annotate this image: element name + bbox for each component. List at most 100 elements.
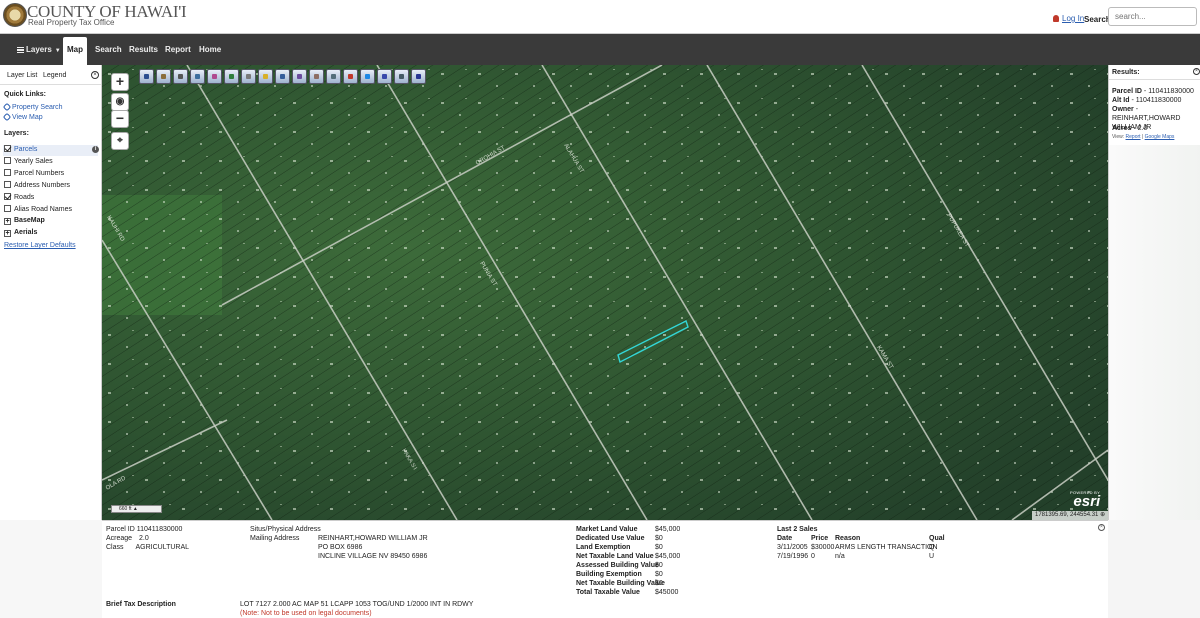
nav-home[interactable]: Home — [199, 34, 221, 65]
layer-address-numbers[interactable]: Address Numbers — [4, 181, 70, 192]
scale-bar: 660 ft ▲ — [111, 505, 162, 513]
erase-icon[interactable] — [207, 69, 222, 84]
close-icon[interactable]: × — [1193, 68, 1200, 75]
results-empty-area — [1109, 145, 1200, 520]
value-label: Land Exemption — [576, 544, 631, 551]
tool-icon[interactable] — [241, 69, 256, 84]
result-view-links: View: Report | Google Maps — [1112, 134, 1175, 140]
layer-roads[interactable]: Roads — [4, 193, 34, 204]
checkbox[interactable] — [4, 145, 11, 152]
chevron-down-icon: ▼ — [54, 48, 61, 54]
coordinate-readout: 1781395.69, 244554.31 ⊕ — [1032, 511, 1108, 520]
measure-icon[interactable] — [224, 69, 239, 84]
value-label: Assessed Building Value — [576, 562, 659, 569]
sales-col-qual: Qual — [929, 535, 945, 542]
tab-legend[interactable]: Legend — [43, 72, 66, 79]
detail-situs-label: Situs/Physical Address — [250, 526, 321, 533]
share-icon[interactable] — [377, 69, 392, 84]
expand-icon[interactable]: + — [4, 230, 11, 237]
layers-heading: Layers: — [4, 130, 29, 137]
checkbox[interactable] — [4, 193, 11, 200]
brief-tax-label: Brief Tax Description — [106, 601, 176, 608]
buffer-icon[interactable] — [292, 69, 307, 84]
header: COUNTY OF HAWAI'I Real Property Tax Offi… — [0, 0, 1200, 34]
sales-col-date: Date — [777, 535, 793, 542]
details-right-margin — [1108, 520, 1200, 618]
link-icon — [2, 112, 12, 122]
checkbox[interactable] — [4, 205, 11, 212]
checkbox[interactable] — [4, 181, 11, 188]
county-seal-logo[interactable] — [3, 3, 27, 27]
brief-tax-value: LOT 7127 2.000 AC MAP 51 LCAPP 1053 TOG/… — [240, 601, 474, 608]
value-amount: $0 — [655, 571, 663, 578]
layer-alias-road-names[interactable]: Alias Road Names — [4, 205, 72, 216]
search-input[interactable] — [1108, 7, 1197, 26]
zoom-in-button[interactable]: + — [111, 73, 129, 91]
restore-layer-defaults-link[interactable]: Restore Layer Defaults — [4, 242, 76, 249]
sales-cell: ARMS LENGTH TRANSACTION — [835, 544, 938, 551]
globe-icon[interactable]: ◉ — [111, 93, 129, 111]
sales-cell: $30000 — [811, 544, 835, 551]
value-amount: $0 — [655, 535, 663, 542]
quick-links-heading: Quick Links: — [4, 91, 47, 98]
identify-icon[interactable] — [139, 69, 154, 84]
results-title: Results: — [1112, 69, 1140, 76]
map-toolbar — [139, 69, 428, 86]
nav-report[interactable]: Report — [165, 34, 191, 65]
google-maps-link[interactable]: Google Maps — [1145, 134, 1175, 140]
link-view-map[interactable]: View Map — [2, 112, 43, 122]
layers-icon[interactable] — [275, 69, 290, 84]
close-icon[interactable]: × — [91, 71, 99, 79]
detail-parcel-id: Parcel ID 110411830000 — [106, 526, 183, 533]
value-amount: $45000 — [655, 589, 679, 596]
nav-results[interactable]: Results — [129, 34, 158, 65]
layer-group-aerials[interactable]: + Aerials — [4, 228, 37, 239]
esri-logo: esri — [1073, 493, 1101, 510]
find-icon[interactable] — [173, 69, 188, 84]
report-link[interactable]: Report — [1126, 134, 1141, 140]
tab-layer-list[interactable]: Layer List — [7, 72, 37, 79]
detail-mailing-line: REINHART,HOWARD WILLIAM JR — [318, 535, 428, 542]
layer-parcel-numbers[interactable]: Parcel Numbers — [4, 169, 64, 180]
value-label: Net Taxable Building Value — [576, 580, 665, 587]
main-nav: Layers ▼ Map Search Results Report Home — [0, 34, 1200, 65]
app-window: COUNTY OF HAWAI'I Real Property Tax Offi… — [0, 0, 1200, 618]
info-icon[interactable]: i — [92, 146, 99, 153]
pencil-icon[interactable] — [343, 69, 358, 84]
search-label: Search — [1084, 15, 1111, 24]
close-icon[interactable]: × — [1098, 524, 1105, 531]
login-link[interactable]: Log In — [1062, 14, 1084, 23]
map-view[interactable]: OROHIA ST ALAHUA ST PUNIA ST PAKA ST PUP… — [102, 65, 1108, 520]
layer-yearly-sales[interactable]: Yearly Sales — [4, 157, 53, 168]
result-parcel-id[interactable]: Parcel ID - 110411830000 — [1112, 87, 1200, 96]
value-amount: $0 — [655, 580, 663, 587]
extent-icon[interactable] — [360, 69, 375, 84]
detail-class: Class AGRICULTURAL — [106, 544, 190, 551]
sales-col-reason: Reason — [835, 535, 861, 542]
parcel-icon[interactable] — [190, 69, 205, 84]
nav-layers[interactable]: Layers ▼ — [17, 34, 61, 65]
flag-icon[interactable] — [156, 69, 171, 84]
layer-group-basemap[interactable]: + BaseMap — [4, 216, 45, 227]
nav-map[interactable]: Map — [63, 37, 87, 65]
user-icon — [1053, 15, 1059, 22]
checkbox[interactable] — [4, 157, 11, 164]
save-icon[interactable] — [411, 69, 426, 84]
layer-parcels[interactable]: Parcels i — [3, 145, 99, 156]
result-acres: Acres - 2.0 — [1112, 125, 1148, 132]
value-amount: $45,000 — [655, 553, 681, 560]
sales-cell: Q — [929, 544, 935, 551]
nav-search[interactable]: Search — [95, 34, 122, 65]
bulb-icon[interactable] — [258, 69, 273, 84]
detail-acreage: Acreage 2.0 — [106, 535, 149, 542]
zoom-out-button[interactable]: − — [111, 110, 129, 128]
checkbox[interactable] — [4, 169, 11, 176]
print-icon[interactable] — [394, 69, 409, 84]
locate-icon[interactable]: ⌖ — [111, 132, 129, 150]
link-property-search[interactable]: Property Search — [2, 102, 63, 112]
expand-icon[interactable]: + — [4, 218, 11, 225]
detail-mailing-line: INCLINE VILLAGE NV 89450 6986 — [318, 553, 428, 560]
zoom-select-icon[interactable] — [326, 69, 341, 84]
login[interactable]: Log In — [1053, 14, 1084, 23]
people-icon[interactable] — [309, 69, 324, 84]
